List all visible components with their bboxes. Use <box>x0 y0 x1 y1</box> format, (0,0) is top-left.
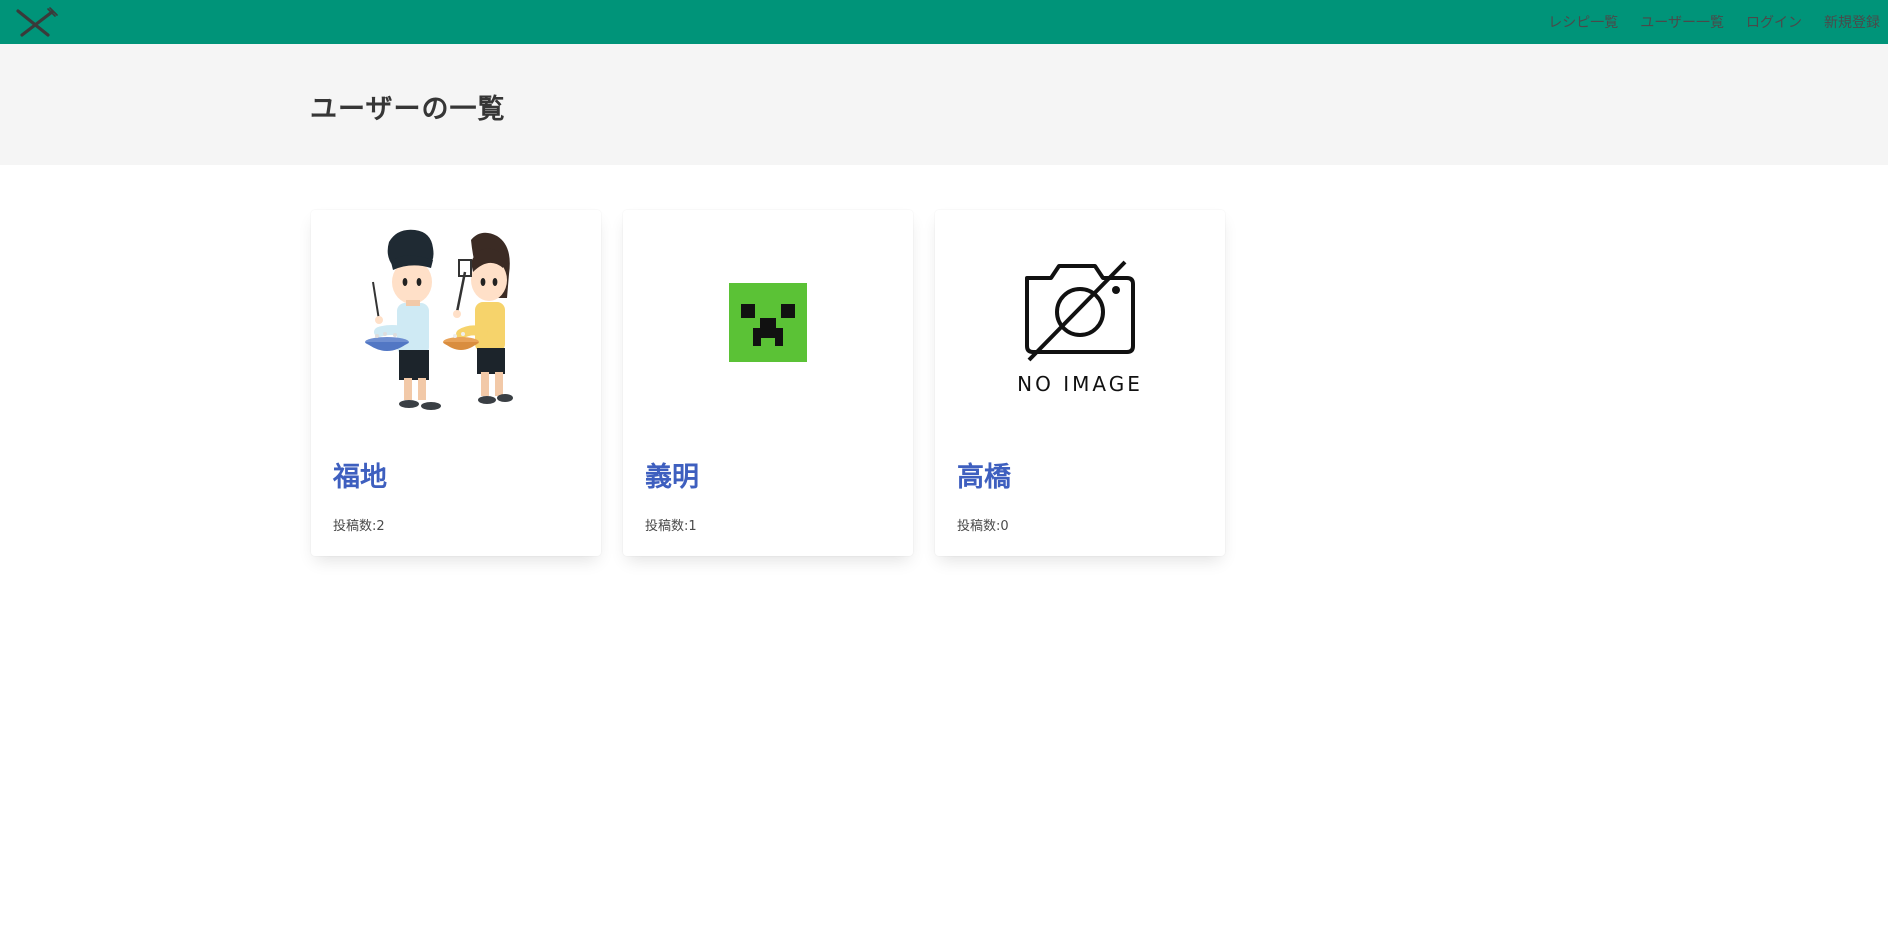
post-count: 投稿数:0 <box>957 519 1009 534</box>
nav-link-login[interactable]: ログイン <box>1746 12 1802 32</box>
navbar: レシピ一覧 ユーザー一覧 ログイン 新規登録 <box>0 0 1888 44</box>
user-card-list: 福地 投稿数:2 義明 投稿数:1 NO IMAGE 高橋 投稿数:0 <box>311 210 1247 556</box>
post-count: 投稿数:2 <box>333 519 385 534</box>
nav-link-signup[interactable]: 新規登録 <box>1824 12 1880 32</box>
user-name[interactable]: 義明 <box>645 455 699 494</box>
fork-knife-icon <box>16 7 58 37</box>
user-avatar: NO IMAGE <box>935 210 1225 440</box>
nav-links: レシピ一覧 ユーザー一覧 ログイン 新規登録 <box>1526 0 1888 44</box>
nav-link-recipes[interactable]: レシピ一覧 <box>1548 12 1618 32</box>
user-avatar <box>623 210 913 440</box>
user-name[interactable]: 福地 <box>333 455 387 494</box>
cooking-couple-illustration <box>365 229 513 410</box>
nav-link-users[interactable]: ユーザー一覧 <box>1640 12 1724 32</box>
user-card[interactable]: NO IMAGE 高橋 投稿数:0 <box>935 210 1225 556</box>
user-card[interactable]: 義明 投稿数:1 <box>623 210 913 556</box>
post-count: 投稿数:1 <box>645 519 697 534</box>
user-name[interactable]: 高橋 <box>957 455 1011 494</box>
page-header: ユーザーの一覧 <box>0 44 1888 165</box>
no-image-camera-icon <box>1025 260 1135 362</box>
no-image-label: NO IMAGE <box>1017 372 1143 396</box>
user-card[interactable]: 福地 投稿数:2 <box>311 210 601 556</box>
creeper-face-icon <box>729 283 807 362</box>
page-title: ユーザーの一覧 <box>310 94 506 125</box>
brand-logo[interactable] <box>0 0 58 44</box>
user-avatar <box>311 210 601 440</box>
